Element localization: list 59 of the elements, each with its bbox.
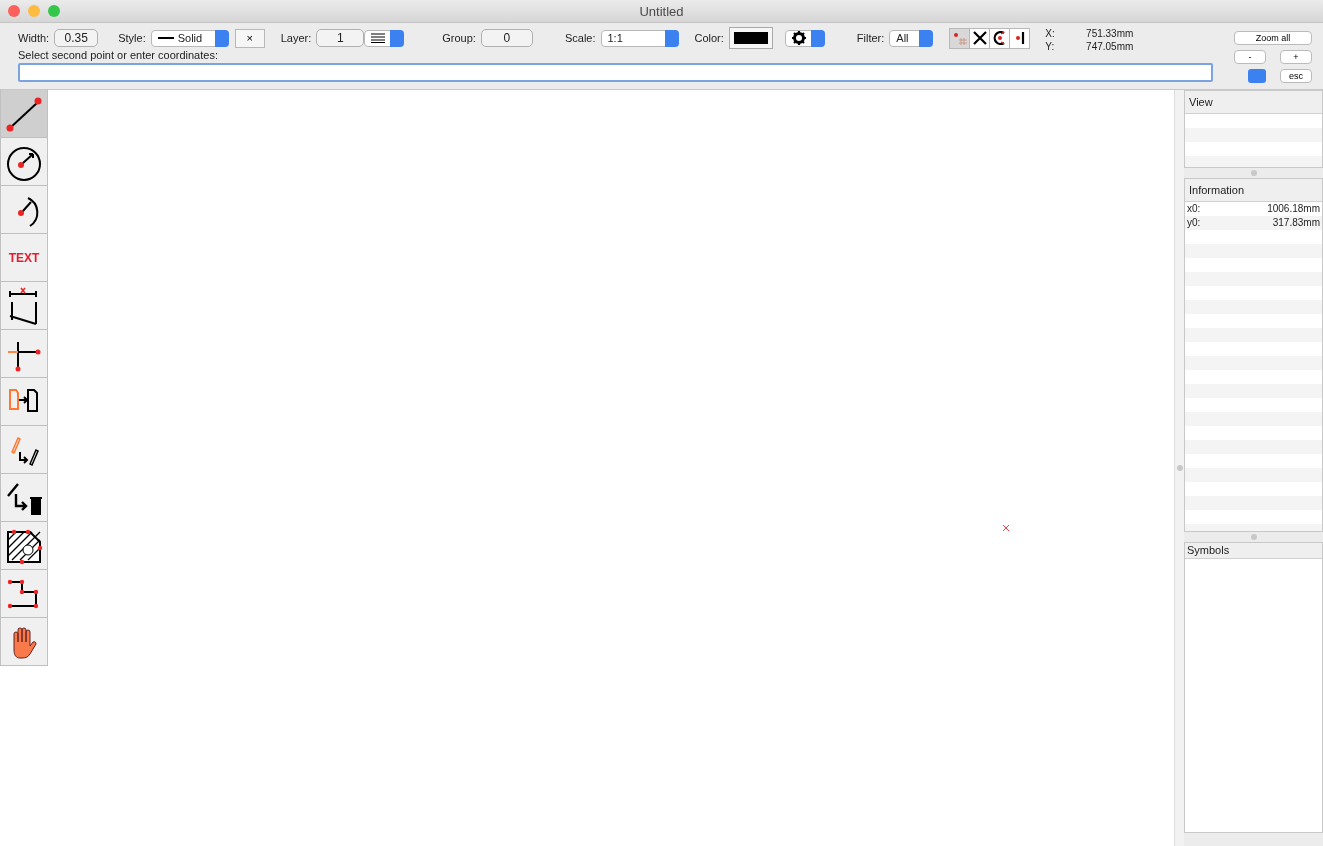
color-label: Color: xyxy=(694,32,724,44)
coordinate-label: X: xyxy=(1045,27,1056,40)
text-tool-button[interactable]: TEXT xyxy=(0,234,48,282)
filter-dropdown[interactable]: All xyxy=(889,29,934,47)
point-marker-icon xyxy=(1002,524,1010,532)
splitter-handle[interactable] xyxy=(1250,170,1257,176)
scale-dropdown[interactable]: 1:1 xyxy=(600,29,679,47)
tool-button[interactable] xyxy=(0,90,48,138)
snap-toggle[interactable] xyxy=(1009,27,1031,49)
grid-snap-icon xyxy=(951,30,968,46)
zoom-in-button[interactable]: + xyxy=(1280,50,1312,64)
tool-button[interactable] xyxy=(0,522,48,570)
tool-button[interactable] xyxy=(0,378,48,426)
filter-label: Filter: xyxy=(856,32,885,44)
prompt-text: Select second point or enter coordinates: xyxy=(18,49,219,61)
tool-button[interactable] xyxy=(0,618,48,666)
tool-button[interactable] xyxy=(0,426,48,474)
layer-field[interactable]: 1 xyxy=(316,29,365,47)
tool-button[interactable] xyxy=(0,330,48,378)
width-label: Width: xyxy=(18,32,50,44)
splitter-handle[interactable] xyxy=(1176,465,1183,471)
window-title: Untitled xyxy=(639,3,684,19)
info-key: x0: xyxy=(1187,202,1201,216)
snap-toggle[interactable] xyxy=(949,27,971,49)
coordinate-value: 747.05mm xyxy=(1085,40,1134,53)
info-value: 1006.18mm xyxy=(1267,202,1320,216)
style-dropdown[interactable]: Solid xyxy=(150,29,229,47)
panel-title: Information xyxy=(1185,179,1322,202)
tool-button[interactable] xyxy=(0,186,48,234)
splitter-handle[interactable] xyxy=(1250,534,1257,540)
zoom-out-button[interactable]: - xyxy=(1234,50,1266,64)
panel-title: Symbols xyxy=(1185,543,1322,559)
style-label: Style: xyxy=(118,32,146,44)
layer-dropdown[interactable] xyxy=(364,29,405,47)
settings-dropdown[interactable] xyxy=(784,29,825,47)
list-icon xyxy=(371,33,386,43)
snap-toggle[interactable] xyxy=(989,27,1011,49)
coordinate-label: Y: xyxy=(1045,40,1056,53)
info-value: 317.83mm xyxy=(1272,216,1320,230)
tool-button[interactable] xyxy=(0,282,48,330)
zoom-all-button[interactable]: Zoom all xyxy=(1234,31,1312,45)
clear-style-button[interactable]: × xyxy=(234,28,265,48)
tool-button[interactable] xyxy=(0,474,48,522)
escape-button[interactable]: esc xyxy=(1280,69,1312,83)
group-field[interactable]: 0 xyxy=(480,29,533,47)
coordinate-value: 751.33mm xyxy=(1085,27,1134,40)
cross-icon xyxy=(971,30,988,46)
gear-icon xyxy=(791,31,806,45)
panel-title: View xyxy=(1185,91,1322,114)
group-label: Group: xyxy=(442,32,476,44)
tool-button[interactable] xyxy=(0,570,48,618)
snap-toggle[interactable] xyxy=(969,27,991,49)
command-input[interactable] xyxy=(18,63,1213,82)
info-key: y0: xyxy=(1187,216,1201,230)
width-field[interactable]: 0.35 xyxy=(54,29,99,47)
layer-label: Layer: xyxy=(280,32,312,44)
color-swatch[interactable] xyxy=(728,27,773,49)
tool-button[interactable] xyxy=(0,138,48,186)
scale-label: Scale: xyxy=(564,32,596,44)
